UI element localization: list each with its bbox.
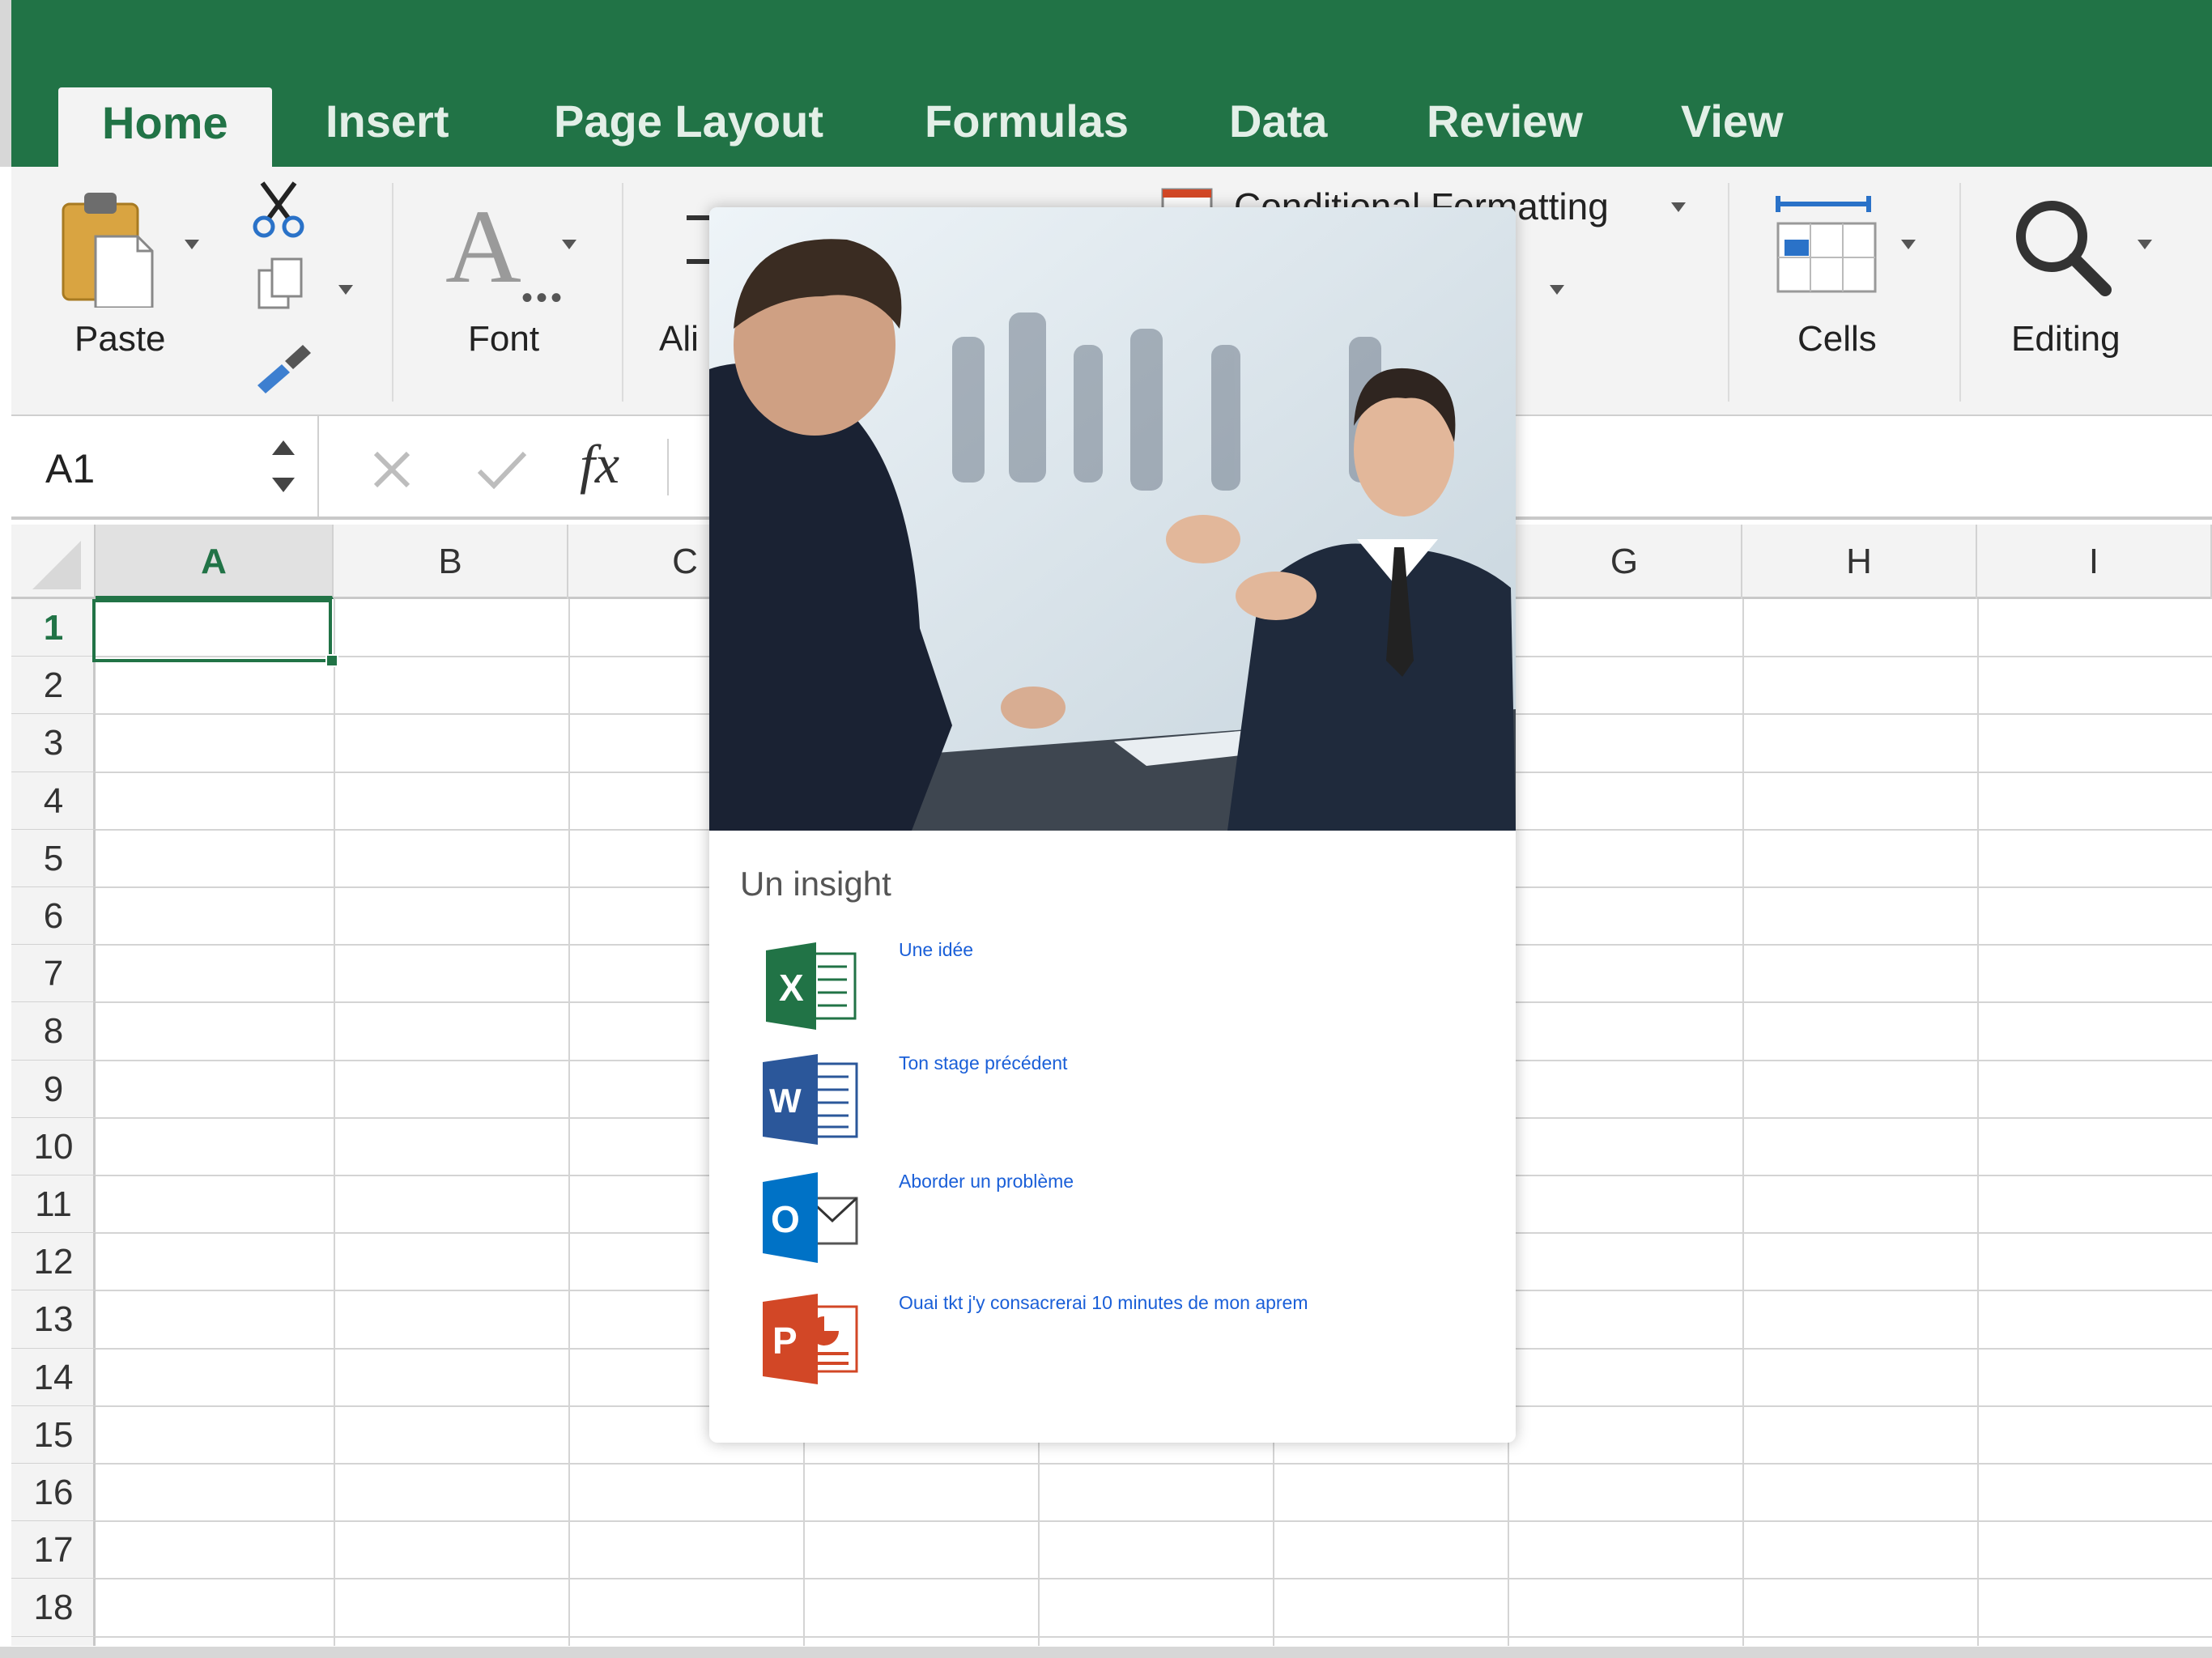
copy-icon[interactable] [254,256,308,312]
column-header[interactable]: B [334,525,568,599]
row-header[interactable]: 6 [11,887,96,946]
excel-link[interactable]: Une idée [899,939,973,961]
row-header[interactable]: 18 [11,1579,96,1637]
row-header[interactable]: 17 [11,1521,96,1579]
editing-dropdown-caret[interactable] [2138,240,2152,249]
column-header[interactable]: I [1977,525,2212,599]
name-box-value: A1 [45,446,96,491]
cells-icon[interactable] [1772,188,1885,301]
row-header[interactable]: 5 [11,830,96,887]
cut-icon[interactable] [248,178,309,240]
tab-view[interactable]: View [1681,89,1784,154]
select-all-button[interactable] [11,525,96,599]
row-header[interactable]: 12 [11,1233,96,1291]
font-icon[interactable]: A [445,194,521,300]
powerpoint-icon[interactable]: P [759,1292,861,1386]
font-dots-icon: ••• [521,280,566,316]
fill-handle[interactable] [325,654,338,667]
conditional-formatting-caret[interactable] [1671,202,1686,212]
column-header[interactable]: A [96,525,334,599]
cell-styles-caret[interactable] [1550,285,1564,295]
insight-card: wiseGEEK Un insight X Une idée W Ton sta… [709,207,1516,1443]
list-item: P Ouai tkt j'y consacrerai 10 minutes de… [709,1292,1516,1405]
list-item: X Une idée [709,939,1516,1052]
tab-data[interactable]: Data [1229,89,1327,154]
row-header[interactable]: 15 [11,1406,96,1464]
excel-icon[interactable]: X [759,939,861,1033]
active-cell-a1[interactable] [92,599,332,662]
row-header[interactable]: 2 [11,657,96,715]
row-header[interactable]: 7 [11,945,96,1003]
row-header[interactable]: 9 [11,1061,96,1118]
outlook-icon[interactable]: O [759,1171,861,1265]
paste-dropdown-caret[interactable] [185,240,199,249]
svg-text:W: W [769,1082,802,1120]
business-meeting-photo [709,207,1516,831]
powerpoint-link[interactable]: Ouai tkt j'y consacrerai 10 minutes de m… [899,1292,1308,1314]
tab-insert[interactable]: Insert [325,89,449,154]
outlook-link[interactable]: Aborder un problème [899,1171,1074,1192]
svg-text:X: X [779,967,804,1009]
tab-page-layout[interactable]: Page Layout [554,89,823,154]
list-item: O Aborder un problème [709,1171,1516,1284]
row-header[interactable]: 8 [11,1002,96,1061]
alignment-label: Ali [659,319,699,359]
tab-formulas[interactable]: Formulas [925,89,1129,154]
svg-text:P: P [772,1320,798,1362]
paste-button[interactable] [57,186,154,309]
tab-home[interactable]: Home [58,87,272,167]
word-link[interactable]: Ton stage précédent [899,1052,1067,1074]
column-header[interactable]: H [1742,525,1977,599]
copy-dropdown-caret[interactable] [338,285,353,295]
card-title: Un insight [740,865,891,903]
row-header[interactable]: 16 [11,1464,96,1522]
row-header[interactable]: 13 [11,1290,96,1349]
list-item: W Ton stage précédent [709,1052,1516,1166]
insert-function-button[interactable]: fx [580,432,619,496]
confirm-icon[interactable] [474,445,530,494]
cells-label: Cells [1797,319,1877,359]
editing-label: Editing [2011,319,2121,359]
row-header[interactable]: 4 [11,772,96,830]
clipboard-icon [62,193,154,309]
search-icon[interactable] [2010,194,2115,300]
row-header[interactable]: 3 [11,714,96,772]
font-dropdown-caret[interactable] [562,240,576,249]
word-icon[interactable]: W [759,1052,861,1146]
paste-label: Paste [74,319,166,359]
tab-review[interactable]: Review [1427,89,1583,154]
name-box[interactable]: A1 [11,416,319,517]
row-header[interactable]: 1 [11,599,96,657]
row-header[interactable]: 14 [11,1349,96,1406]
cells-dropdown-caret[interactable] [1901,240,1916,249]
row-header[interactable]: 10 [11,1118,96,1175]
ribbon-tab-bar: Home Insert Page Layout Formulas Data Re… [0,0,2212,167]
column-header[interactable]: G [1508,525,1742,599]
row-header[interactable]: 11 [11,1175,96,1234]
format-painter-icon[interactable] [249,340,314,397]
name-box-stepper-icon[interactable] [269,434,298,499]
cancel-icon[interactable] [368,445,416,494]
svg-text:O: O [771,1198,800,1240]
font-label: Font [468,319,540,359]
